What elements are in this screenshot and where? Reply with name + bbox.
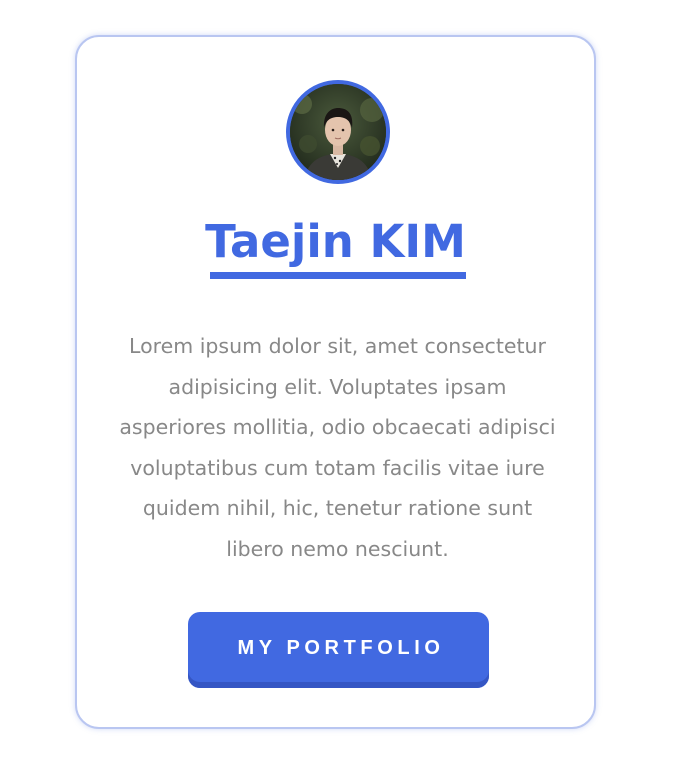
avatar-photo-icon [290, 84, 386, 180]
profile-name: Taejin KIM [205, 215, 466, 268]
my-portfolio-button[interactable]: MY PORTFOLIO [188, 612, 489, 688]
name-underline [210, 272, 466, 279]
profile-card: Taejin KIM Lorem ipsum dolor sit, amet c… [75, 35, 596, 729]
avatar [286, 80, 390, 184]
profile-bio: Lorem ipsum dolor sit, amet consectetur … [119, 334, 556, 561]
